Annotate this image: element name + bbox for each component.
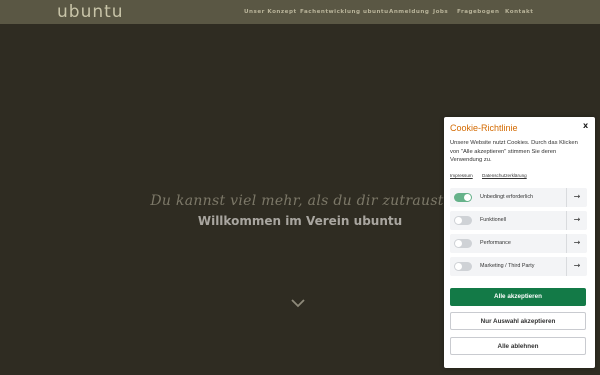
toggle-functional[interactable] — [454, 216, 472, 225]
cookie-dialog-title: Cookie-Richtlinie — [450, 123, 518, 133]
top-navigation-bar: ubuntu Unser Konzept Fachentwicklung ubu… — [0, 0, 600, 24]
reject-all-button[interactable]: Alle ablehnen — [450, 337, 586, 355]
cookie-option-performance: Performance → — [450, 234, 587, 253]
datenschutz-link[interactable]: Datenschutzerklärung — [482, 173, 527, 178]
accept-all-button[interactable]: Alle akzeptieren — [450, 288, 586, 306]
arrow-right-icon[interactable]: → — [566, 234, 587, 253]
cookie-description: Unsere Website nutzt Cookies. Durch das … — [450, 140, 578, 164]
close-icon[interactable]: x — [583, 121, 588, 130]
option-label: Unbedingt erforderlich — [480, 194, 534, 200]
nav-item-konzept[interactable]: Unser Konzept — [244, 0, 297, 24]
toggle-essential[interactable] — [454, 193, 472, 202]
chevron-down-icon[interactable] — [291, 298, 305, 308]
option-label: Performance — [480, 240, 511, 246]
nav-item-jobs[interactable]: Jobs — [433, 0, 448, 24]
toggle-marketing[interactable] — [454, 262, 472, 271]
nav-item-fragebogen[interactable]: Fragebogen — [457, 0, 499, 24]
arrow-right-icon[interactable]: → — [566, 211, 587, 230]
cookie-option-functional: Funktionell → — [450, 211, 587, 230]
site-logo[interactable]: ubuntu — [57, 1, 124, 23]
cookie-consent-dialog: Cookie-Richtlinie x Unsere Website nutzt… — [444, 117, 595, 368]
arrow-right-icon[interactable]: → — [566, 257, 587, 276]
accept-selection-button[interactable]: Nur Auswahl akzeptieren — [450, 312, 586, 330]
option-label: Marketing / Third Party — [480, 263, 535, 269]
nav-item-kontakt[interactable]: Kontakt — [505, 0, 533, 24]
option-label: Funktionell — [480, 217, 507, 223]
impressum-link[interactable]: Impressum — [450, 173, 473, 178]
toggle-performance[interactable] — [454, 239, 472, 248]
cookie-option-essential: Unbedingt erforderlich → — [450, 188, 587, 207]
cookie-option-marketing: Marketing / Third Party → — [450, 257, 587, 276]
arrow-right-icon[interactable]: → — [566, 188, 587, 207]
nav-item-fachentwicklung[interactable]: Fachentwicklung ubuntu — [300, 0, 389, 24]
nav-item-anmeldung[interactable]: Anmeldung — [389, 0, 429, 24]
cookie-links: Impressum Datenschutzerklärung — [450, 173, 535, 178]
